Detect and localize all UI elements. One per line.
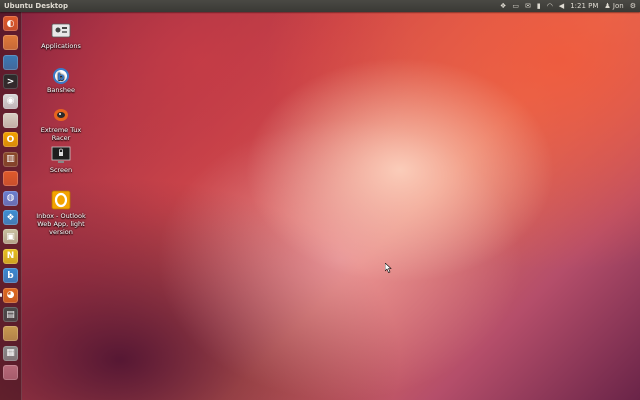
- volume-icon[interactable]: ◀: [559, 0, 564, 12]
- launcher-item-glyph: ▣: [6, 231, 15, 242]
- launcher-outlook-icon[interactable]: O: [3, 132, 18, 148]
- mouse-cursor-icon: [385, 263, 392, 273]
- launcher-books-icon[interactable]: ▥: [3, 151, 18, 167]
- top-panel: Ubuntu Desktop ❖ ▭ ✉ ▮ ◠ ◀ 1:21 PM ♟ Jon…: [0, 0, 640, 12]
- desktop-icon-outlook-web-app[interactable]: Inbox - Outlook Web App, light version: [31, 190, 91, 236]
- desktop-icon-banshee[interactable]: b Banshee: [31, 66, 91, 94]
- launcher-dropbox-icon[interactable]: ❖: [3, 210, 18, 225]
- banshee-icon: b: [53, 68, 69, 84]
- system-tray: ❖ ▭ ✉ ▮ ◠ ◀ 1:21 PM ♟ Jon ⚙: [500, 0, 636, 12]
- window-title: Ubuntu Desktop: [4, 2, 68, 10]
- launcher-item-glyph: ◐: [6, 18, 15, 29]
- dropbox-icon[interactable]: ❖: [500, 0, 506, 12]
- desktop-icon-label: Inbox - Outlook Web App, light version: [36, 212, 86, 236]
- desktop-icon-screen[interactable]: Screen: [31, 146, 91, 174]
- launcher-system-monitor-icon[interactable]: ▤: [3, 307, 18, 322]
- launcher-n-icon[interactable]: N: [3, 248, 18, 264]
- user-name: Jon: [612, 2, 624, 10]
- launcher-item-glyph: ▥: [6, 154, 15, 165]
- outlook-web-app-icon: [51, 190, 71, 210]
- desktop-icon-extreme-tux-racer[interactable]: Extreme Tux Racer: [31, 106, 91, 142]
- desktop-icon-label: Applications: [41, 42, 81, 50]
- launcher-chrome-icon[interactable]: ◉: [3, 93, 18, 109]
- launcher-software-center-icon[interactable]: [3, 113, 18, 128]
- launcher-trash-icon[interactable]: [3, 365, 18, 381]
- printer-icon[interactable]: ▭: [512, 0, 519, 12]
- launcher-writer-icon[interactable]: [3, 54, 18, 70]
- battery-icon[interactable]: ▮: [537, 0, 541, 12]
- launcher-item-glyph: ▦: [6, 348, 15, 359]
- launcher-item-glyph: ◉: [6, 96, 15, 107]
- launcher-terminal-icon[interactable]: >: [3, 74, 18, 90]
- launcher-item-glyph: ◍: [6, 193, 15, 204]
- launcher-dash-icon[interactable]: ◐: [3, 16, 18, 31]
- desktop-wallpaper: [0, 0, 640, 400]
- user-menu[interactable]: ♟ Jon: [604, 0, 623, 12]
- launcher-item-glyph: b: [7, 270, 14, 281]
- launcher-item-glyph: O: [6, 134, 15, 145]
- launcher-banshee-icon[interactable]: b: [3, 268, 18, 284]
- launcher-item-glyph: ▤: [6, 309, 15, 320]
- launcher-item-glyph: N: [6, 251, 15, 262]
- network-icon[interactable]: ◠: [547, 0, 553, 12]
- user-icon: ♟: [604, 2, 611, 10]
- applications-icon: [51, 23, 71, 38]
- desktop-icon-label: Extreme Tux Racer: [40, 126, 82, 142]
- launcher-archive-icon[interactable]: [3, 326, 18, 342]
- desktop-icon-applications[interactable]: Applications: [31, 22, 91, 50]
- launcher-files-icon[interactable]: [3, 35, 18, 51]
- launcher-update-icon[interactable]: [3, 171, 18, 187]
- clock[interactable]: 1:21 PM: [570, 0, 598, 12]
- launcher-item-glyph: ◕: [6, 290, 15, 301]
- screen-icon: [51, 146, 71, 163]
- launcher-network-icon[interactable]: ◍: [3, 190, 18, 206]
- launcher-firefox-icon[interactable]: ◕: [3, 287, 18, 303]
- mail-icon[interactable]: ✉: [525, 0, 531, 12]
- desktop-icon-label: Banshee: [46, 86, 76, 94]
- launcher-item-glyph: >: [6, 76, 15, 87]
- launcher-item-glyph: ❖: [6, 212, 15, 223]
- gear-icon[interactable]: ⚙: [630, 0, 636, 12]
- launcher-running-indicator: [0, 293, 2, 298]
- desktop-icon-label: Screen: [49, 166, 73, 174]
- launcher-workspaces-icon[interactable]: ▦: [3, 345, 18, 361]
- extreme-tux-racer-icon: [54, 109, 68, 121]
- svg-text:b: b: [57, 72, 64, 83]
- launcher-app-icon[interactable]: ▣: [3, 229, 18, 245]
- launcher: ◐ > ◉ O ▥ ◍ ❖ ▣ Nb ◕ ▤ ▦: [0, 12, 22, 400]
